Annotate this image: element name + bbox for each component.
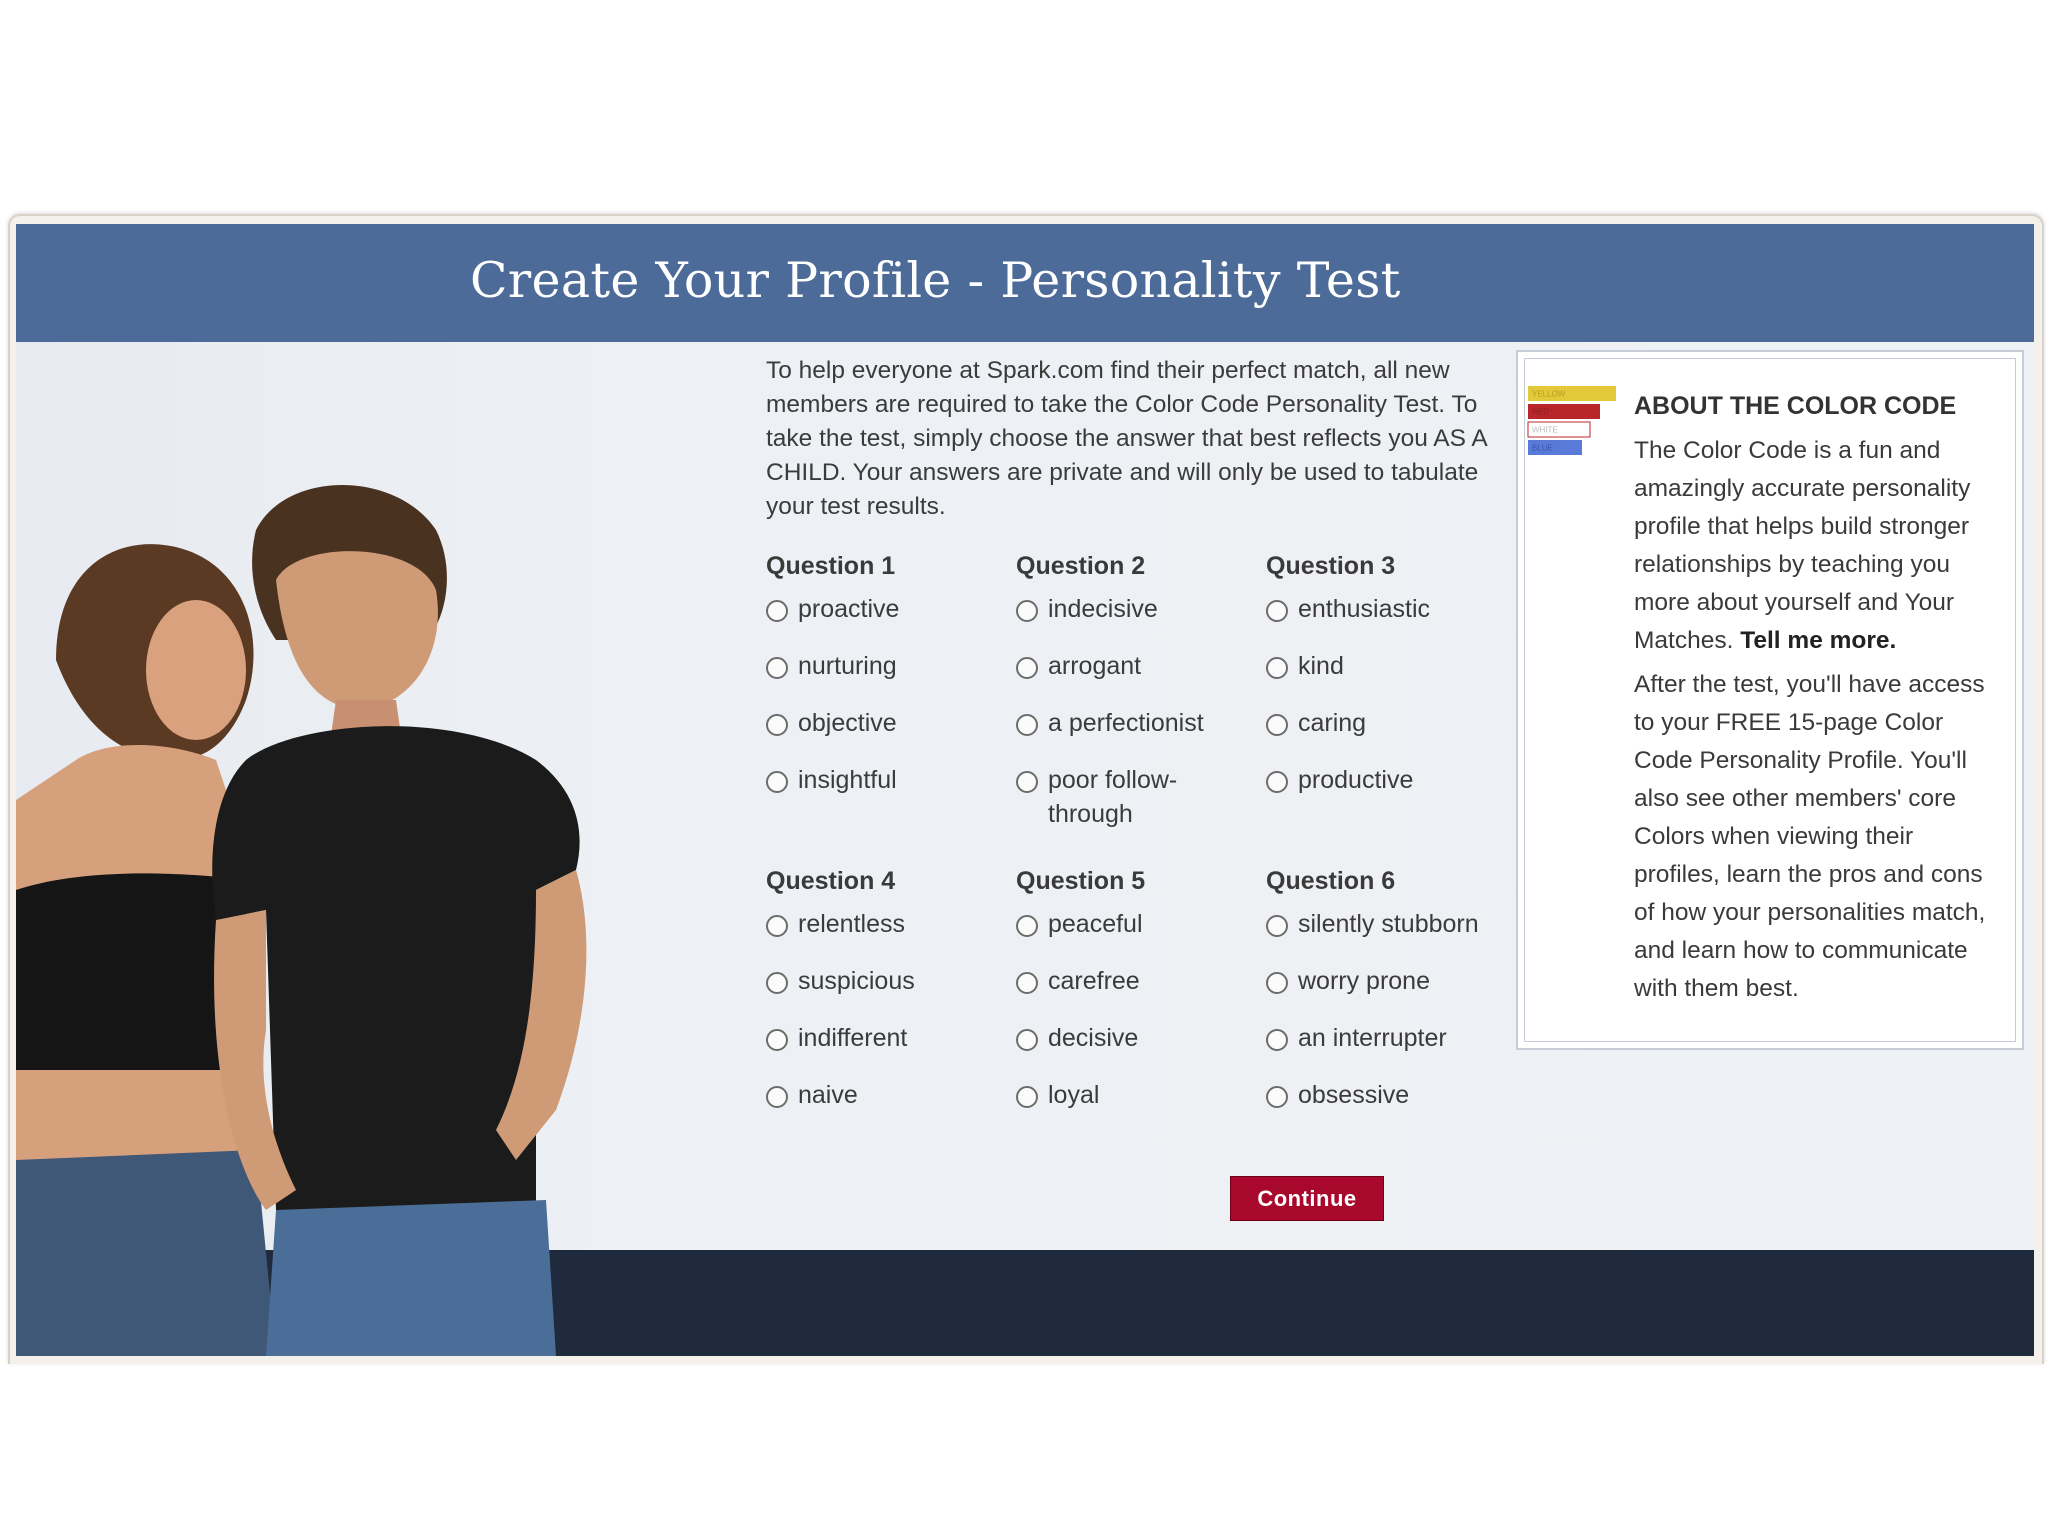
logo-label-red: RED	[1532, 408, 1549, 417]
radio-button[interactable]	[1266, 600, 1288, 622]
answer-option[interactable]: a perfectionist	[1016, 706, 1226, 763]
answer-option[interactable]: suspicious	[766, 964, 1016, 1021]
radio-button[interactable]	[1266, 1086, 1288, 1108]
answer-option[interactable]: silently stubborn	[1266, 907, 1506, 964]
radio-button[interactable]	[1016, 771, 1038, 793]
answer-option[interactable]: naive	[766, 1078, 1016, 1112]
radio-button[interactable]	[766, 771, 788, 793]
panel-text: The Color Code is a fun and amazingly ac…	[1634, 432, 2004, 1014]
answer-option[interactable]: obsessive	[1266, 1078, 1506, 1112]
radio-button[interactable]	[1266, 1029, 1288, 1051]
radio-button[interactable]	[766, 714, 788, 736]
radio-button[interactable]	[766, 600, 788, 622]
question-1: Question 1 proactive nurturing objective…	[766, 550, 1016, 797]
man-figure	[212, 485, 587, 1356]
answer-option[interactable]: worry prone	[1266, 964, 1506, 1021]
radio-button[interactable]	[1016, 714, 1038, 736]
question-5: Question 5 peaceful carefree decisive lo…	[1016, 865, 1266, 1112]
logo-label-yellow: YELLOW	[1532, 390, 1566, 399]
question-6: Question 6 silently stubborn worry prone…	[1266, 865, 1506, 1112]
question-2: Question 2 indecisive arrogant a perfect…	[1016, 550, 1226, 831]
radio-button[interactable]	[766, 972, 788, 994]
radio-button[interactable]	[1266, 972, 1288, 994]
radio-button[interactable]	[1016, 915, 1038, 937]
answer-option[interactable]: insightful	[766, 763, 1016, 797]
question-label: Question 4	[766, 867, 896, 895]
radio-button[interactable]	[1016, 1086, 1038, 1108]
radio-button[interactable]	[1266, 657, 1288, 679]
answer-option[interactable]: carefree	[1016, 964, 1266, 1021]
color-code-panel: YELLOW RED WHITE BLUE ABOUT THE COLOR CO…	[1516, 350, 2024, 1050]
answer-option[interactable]: loyal	[1016, 1078, 1266, 1112]
answer-option[interactable]: productive	[1266, 763, 1516, 797]
couple-photo	[16, 485, 587, 1356]
radio-button[interactable]	[1266, 915, 1288, 937]
question-label: Question 2	[1016, 552, 1146, 580]
panel-paragraph-1: The Color Code is a fun and amazingly ac…	[1634, 437, 1971, 654]
answer-option[interactable]: nurturing	[766, 649, 1016, 706]
panel-title: ABOUT THE COLOR CODE	[1634, 392, 1957, 420]
radio-button[interactable]	[1016, 1029, 1038, 1051]
radio-button[interactable]	[1016, 972, 1038, 994]
question-4: Question 4 relentless suspicious indiffe…	[766, 865, 1016, 1112]
color-code-logo-icon: YELLOW RED WHITE BLUE	[1527, 386, 1616, 455]
radio-button[interactable]	[1016, 600, 1038, 622]
logo-label-blue: BLUE	[1532, 444, 1553, 453]
answer-option[interactable]: objective	[766, 706, 1016, 763]
panel-paragraph-2: After the test, you'll have access to yo…	[1634, 671, 1986, 1002]
radio-button[interactable]	[1016, 657, 1038, 679]
question-label: Question 5	[1016, 867, 1146, 895]
answer-option[interactable]: relentless	[766, 907, 1016, 964]
radio-button[interactable]	[1266, 714, 1288, 736]
answer-option[interactable]: poor follow-through	[1016, 763, 1198, 831]
question-label: Question 3	[1266, 552, 1396, 580]
answer-option[interactable]: indifferent	[766, 1021, 1016, 1078]
answer-option[interactable]: indecisive	[1016, 592, 1226, 649]
radio-button[interactable]	[766, 915, 788, 937]
question-label: Question 1	[766, 552, 896, 580]
radio-button[interactable]	[766, 1086, 788, 1108]
radio-button[interactable]	[766, 657, 788, 679]
answer-option[interactable]: an interrupter	[1266, 1021, 1506, 1078]
question-label: Question 6	[1266, 867, 1396, 895]
answer-option[interactable]: proactive	[766, 592, 1016, 649]
radio-button[interactable]	[1266, 771, 1288, 793]
page-title: Create Your Profile - Personality Test	[470, 252, 1401, 309]
question-3: Question 3 enthusiastic kind caring prod…	[1266, 550, 1516, 797]
answer-option[interactable]: arrogant	[1016, 649, 1226, 706]
answer-option[interactable]: peaceful	[1016, 907, 1266, 964]
continue-button[interactable]: Continue	[1230, 1176, 1384, 1221]
answer-option[interactable]: enthusiastic	[1266, 592, 1516, 649]
answer-option[interactable]: kind	[1266, 649, 1516, 706]
logo-label-white: WHITE	[1532, 426, 1558, 435]
tell-me-more-link[interactable]: Tell me more.	[1740, 627, 1896, 654]
radio-button[interactable]	[766, 1029, 788, 1051]
answer-option[interactable]: caring	[1266, 706, 1516, 763]
answer-option[interactable]: decisive	[1016, 1021, 1266, 1078]
intro-text: To help everyone at Spark.com find their…	[766, 357, 1487, 520]
